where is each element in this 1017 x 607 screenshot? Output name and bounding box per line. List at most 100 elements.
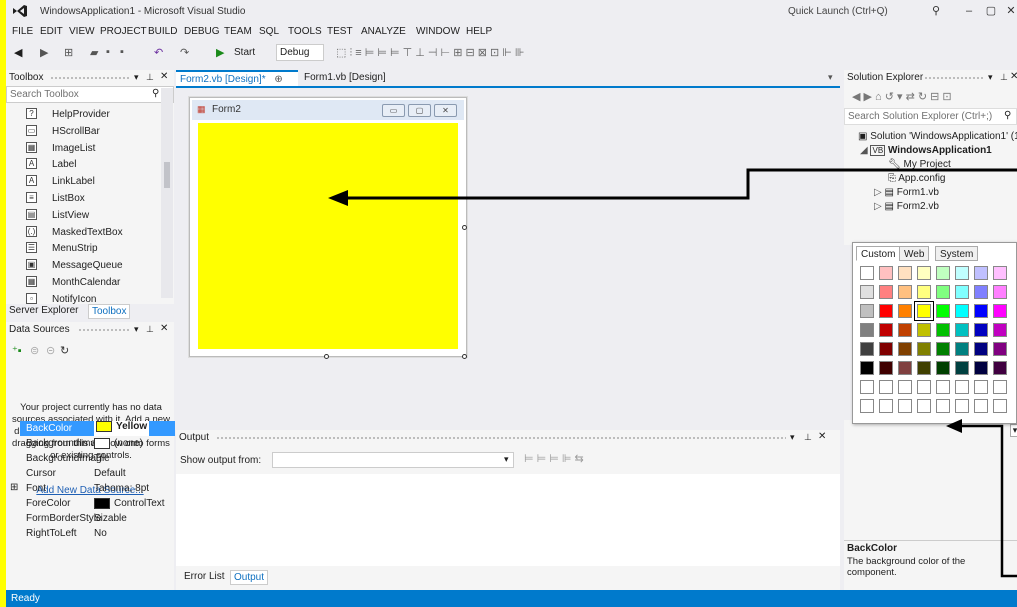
solution-node[interactable]: ▣ Solution 'WindowsApplication1' (1 — [858, 131, 1017, 142]
property-row[interactable]: Cursor Default — [20, 466, 175, 481]
quick-launch-input[interactable]: Quick Launch (Ctrl+Q) — [782, 3, 952, 21]
color-swatch[interactable] — [936, 380, 950, 394]
toolbox-item[interactable]: ▦ ImageList — [6, 140, 166, 157]
color-swatch[interactable] — [936, 399, 950, 413]
toolbox-item[interactable]: ☰ MenuStrip — [6, 240, 166, 257]
tab-custom[interactable]: Custom — [856, 246, 901, 261]
property-row[interactable]: FormBorderStyle Sizable — [20, 511, 175, 526]
toolbox-scroll-thumb[interactable] — [164, 162, 170, 188]
color-swatch[interactable] — [936, 361, 950, 375]
color-swatch[interactable] — [993, 380, 1007, 394]
solution-search-input[interactable]: Search Solution Explorer (Ctrl+;) — [844, 108, 1017, 125]
close-icon[interactable]: ✕ — [818, 431, 826, 442]
color-swatch[interactable] — [917, 380, 931, 394]
tab-web[interactable]: Web — [899, 246, 930, 261]
menu-analyze[interactable]: ANALYZE — [361, 26, 406, 37]
color-swatch[interactable] — [898, 361, 912, 375]
chevron-down-icon[interactable]: ▾ — [504, 454, 509, 465]
open-icon[interactable]: ▰ — [90, 46, 98, 59]
color-swatch[interactable] — [860, 285, 874, 299]
forward-icon[interactable]: ▶ — [40, 46, 48, 59]
tab-output[interactable]: Output — [230, 570, 269, 585]
add-data-source-icon[interactable]: ⁺▪ — [12, 344, 22, 357]
color-swatch[interactable] — [974, 323, 988, 337]
expand-icon[interactable]: ▷ — [874, 187, 882, 198]
color-swatch[interactable] — [879, 399, 893, 413]
dropdown-icon[interactable]: ▾ — [988, 72, 993, 83]
dropdown-icon[interactable]: ▾ — [790, 432, 795, 443]
menu-build[interactable]: BUILD — [148, 26, 177, 37]
toolbox-item[interactable]: A LinkLabel — [6, 173, 166, 190]
toolbox-item[interactable]: ▣ MessageQueue — [6, 257, 166, 274]
configure-icon[interactable]: ⊝ — [46, 344, 55, 357]
resize-handle-bottom[interactable] — [324, 354, 329, 359]
save-icon[interactable]: ▪ — [106, 46, 110, 58]
collapse-icon[interactable]: ◢ — [860, 145, 868, 156]
tab-toolbox[interactable]: Toolbox — [88, 304, 131, 319]
redo-icon[interactable]: ↷ — [180, 46, 189, 59]
color-swatch[interactable] — [974, 342, 988, 356]
toolbox-search-input[interactable]: Search Toolbox — [6, 86, 174, 103]
pin-icon[interactable]: ⊥ — [146, 324, 154, 335]
expand-icon[interactable]: ⊞ — [10, 482, 18, 493]
color-swatch[interactable] — [955, 266, 969, 280]
color-swatch[interactable] — [879, 342, 893, 356]
toolbox-item[interactable]: ? HelpProvider — [6, 106, 166, 123]
color-swatch[interactable] — [993, 342, 1007, 356]
tree-item-app-config[interactable]: ⎘ App.config — [888, 173, 946, 184]
color-swatch[interactable] — [898, 323, 912, 337]
color-swatch[interactable] — [879, 361, 893, 375]
form2-client-area[interactable] — [198, 123, 458, 349]
color-swatch[interactable] — [917, 285, 931, 299]
color-swatch[interactable] — [898, 399, 912, 413]
menu-test[interactable]: TEST — [327, 26, 353, 37]
color-swatch[interactable] — [993, 323, 1007, 337]
color-swatch[interactable] — [879, 285, 893, 299]
color-swatch[interactable] — [860, 266, 874, 280]
menu-view[interactable]: VIEW — [69, 26, 95, 37]
color-swatch[interactable] — [955, 399, 969, 413]
back-icon[interactable]: ◀ — [14, 46, 22, 59]
color-swatch[interactable] — [917, 323, 931, 337]
output-source-dropdown[interactable] — [272, 452, 514, 468]
menu-tools[interactable]: TOOLS — [288, 26, 322, 37]
toolbox-item[interactable]: (.) MaskedTextBox — [6, 224, 166, 241]
color-swatch[interactable] — [860, 399, 874, 413]
toolbox-item[interactable]: ▤ ListView — [6, 207, 166, 224]
color-swatch[interactable] — [936, 285, 950, 299]
pin-icon[interactable]: ⊥ — [1000, 72, 1008, 83]
color-swatch[interactable] — [955, 323, 969, 337]
color-swatch[interactable] — [955, 342, 969, 356]
color-swatch[interactable] — [898, 304, 912, 318]
chevron-down-icon[interactable]: ▾ — [1010, 424, 1017, 437]
color-swatch[interactable] — [955, 285, 969, 299]
color-swatch[interactable] — [879, 323, 893, 337]
color-swatch[interactable] — [955, 380, 969, 394]
output-text-area[interactable] — [176, 474, 840, 566]
expand-icon[interactable]: ▷ — [874, 201, 882, 212]
undo-icon[interactable]: ↶ — [154, 46, 163, 59]
menu-sql[interactable]: SQL — [259, 26, 279, 37]
color-swatch[interactable] — [860, 380, 874, 394]
refresh-icon[interactable]: ↻ — [60, 344, 69, 357]
color-swatch[interactable] — [936, 266, 950, 280]
save-all-icon[interactable]: ▪ — [120, 46, 124, 58]
tree-item-form1[interactable]: ▷ ▤ Form1.vb — [874, 187, 939, 198]
property-row[interactable]: BackgroundImag Tile — [20, 451, 175, 466]
pin-tab-icon[interactable]: ⊕ — [274, 74, 282, 85]
color-swatch[interactable] — [860, 342, 874, 356]
color-swatch[interactable] — [879, 266, 893, 280]
color-swatch[interactable] — [917, 361, 931, 375]
maximize-button[interactable]: ▢ — [980, 2, 1002, 20]
new-project-icon[interactable]: ⊞ — [64, 46, 73, 59]
toolbox-item[interactable]: A Label — [6, 156, 166, 173]
tab-form1-design[interactable]: Form1.vb [Design] — [300, 70, 390, 86]
color-swatch[interactable] — [898, 342, 912, 356]
tab-system[interactable]: System — [935, 246, 979, 261]
color-swatch[interactable] — [898, 380, 912, 394]
pin-icon[interactable]: ⊥ — [146, 72, 154, 83]
color-swatch[interactable] — [917, 342, 931, 356]
close-icon[interactable]: ✕ — [1010, 71, 1017, 82]
search-icon[interactable]: ⚲ — [152, 88, 159, 99]
toolbox-item[interactable]: ≡ ListBox — [6, 190, 166, 207]
